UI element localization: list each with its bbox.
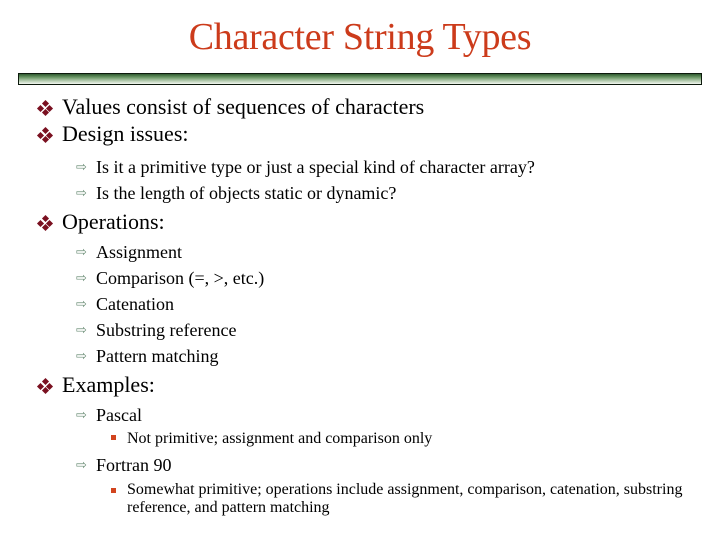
small-square-bullet-icon: [111, 435, 116, 440]
outlined-right-arrow-icon: ⇨: [76, 245, 87, 260]
sub-sub-bullet-text: Somewhat primitive; operations include a…: [127, 481, 683, 516]
small-square-bullet-icon: [111, 488, 116, 493]
four-diamond-bullet-icon: [36, 377, 54, 395]
outlined-right-arrow-icon: ⇨: [76, 186, 87, 201]
bullet-examples: Examples:: [36, 372, 155, 398]
sub-bullet-text: Fortran 90: [96, 455, 172, 475]
sub-bullet-fortran-90: ⇨ Fortran 90: [76, 454, 172, 477]
sub-bullet-text: Comparison (=, >, etc.): [96, 268, 265, 288]
sub-bullet-text: Assignment: [96, 242, 183, 262]
slide-title: Character String Types: [188, 16, 532, 58]
outlined-right-arrow-icon: ⇨: [76, 297, 87, 312]
sub-bullet-pattern-matching: ⇨ Pattern matching: [76, 345, 218, 368]
bullet-operations: Operations:: [36, 209, 165, 235]
sub-sub-bullet-pascal-detail: Not primitive; assignment and comparison…: [110, 430, 432, 448]
outlined-right-arrow-icon: ⇨: [76, 349, 87, 364]
bullet-text: Examples:: [62, 372, 155, 397]
sub-bullet-text: Is the length of objects static or dynam…: [96, 183, 397, 203]
sub-bullet-text: Pascal: [96, 405, 142, 425]
four-diamond-bullet-icon: [36, 214, 54, 232]
sub-bullet-text: Catenation: [96, 294, 174, 314]
sub-bullet-substring-reference: ⇨ Substring reference: [76, 319, 236, 342]
sub-sub-bullet-text: Not primitive; assignment and comparison…: [127, 430, 433, 447]
sub-sub-bullet-fortran-detail: Somewhat primitive; operations include a…: [110, 481, 687, 517]
sub-bullet-catenation: ⇨ Catenation: [76, 293, 174, 316]
sub-bullet-text: Is it a primitive type or just a special…: [96, 157, 535, 177]
bullet-text: Values consist of sequences of character…: [62, 94, 425, 119]
outlined-right-arrow-icon: ⇨: [76, 458, 87, 473]
sub-bullet-text: Pattern matching: [96, 346, 219, 366]
sub-bullet-length-question: ⇨ Is the length of objects static or dyna…: [76, 182, 396, 205]
bullet-design-issues: Design issues:: [36, 121, 189, 147]
bullet-values: Values consist of sequences of character…: [36, 94, 425, 120]
bullet-text: Operations:: [62, 209, 165, 234]
sub-bullet-text: Substring reference: [96, 320, 237, 340]
four-diamond-bullet-icon: [36, 126, 54, 144]
sub-bullet-pascal: ⇨ Pascal: [76, 404, 142, 427]
sub-bullet-primitive-question: ⇨ Is it a primitive type or just a specia…: [76, 156, 535, 179]
bullet-text: Design issues:: [62, 121, 189, 146]
sub-bullet-comparison: ⇨ Comparison (=, >, etc.): [76, 267, 264, 290]
four-diamond-bullet-icon: [36, 99, 54, 117]
outlined-right-arrow-icon: ⇨: [76, 160, 87, 175]
outlined-right-arrow-icon: ⇨: [76, 323, 87, 338]
sub-bullet-assignment: ⇨ Assignment: [76, 241, 182, 264]
outlined-right-arrow-icon: ⇨: [76, 408, 87, 423]
title-divider-bar: [18, 73, 702, 85]
outlined-right-arrow-icon: ⇨: [76, 271, 87, 286]
